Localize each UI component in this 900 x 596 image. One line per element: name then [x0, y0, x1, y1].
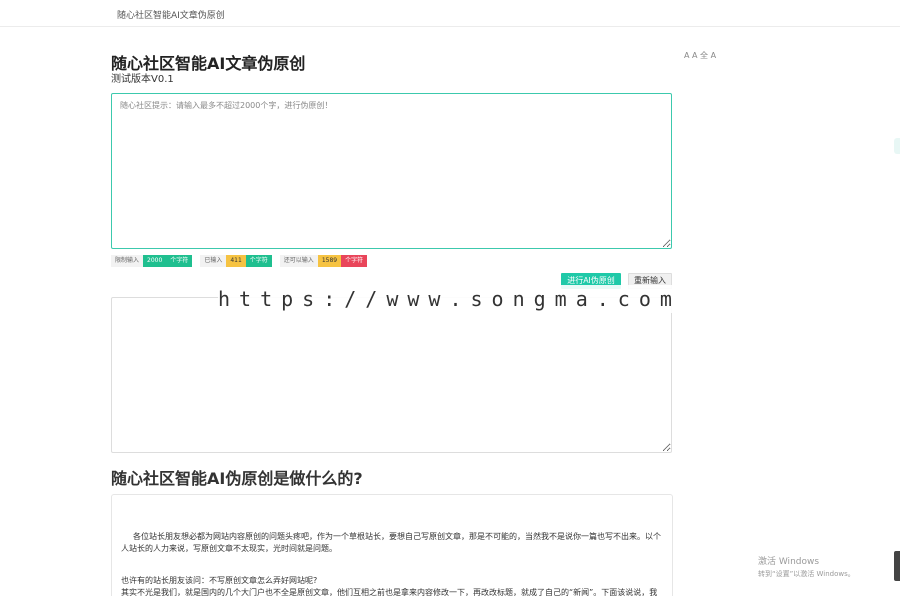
side-dock-tab[interactable]	[894, 551, 900, 581]
faq-line: 其实不光是我们，就是国内的几个大门户也不全是原创文章，他们互相之前也是拿来内容修…	[121, 588, 658, 596]
remaining-counter: 还可以输入 1589 个字符	[279, 255, 368, 267]
counter-value: 1589	[317, 255, 342, 267]
counter-label: 还可以输入	[279, 255, 318, 267]
entered-counter: 已输入 411 个字符	[200, 255, 272, 267]
faq-line: 也许有的站长朋友该问：不写原创文章怎么弄好网站呢?	[121, 576, 318, 585]
counter-unit: 个字符	[166, 255, 193, 267]
faq-title: 随心社区智能AI伪原创是做什么的?	[111, 469, 363, 488]
article-output[interactable]	[111, 297, 672, 453]
article-input[interactable]	[111, 93, 672, 249]
counter-unit: 个字符	[245, 255, 272, 267]
activation-subtitle: 转到“设置”以激活 Windows。	[758, 570, 855, 578]
counter-value: 2000	[143, 255, 167, 267]
counter-label: 已输入	[200, 255, 227, 267]
counter-value: 411	[226, 255, 246, 267]
char-counters: 限制输入 2000 个字符 已输入 411 个字符 还可以输入 1589 个字符	[111, 255, 368, 267]
url-watermark: https://www.songma.com	[218, 285, 681, 313]
windows-activation-notice: 激活 Windows 转到“设置”以激活 Windows。	[758, 554, 855, 579]
limit-counter: 限制输入 2000 个字符	[111, 255, 193, 267]
side-float-tab[interactable]	[894, 138, 900, 154]
faq-paragraph-2: 也许有的站长朋友该问：不写原创文章怎么弄好网站呢? 其实不光是我们，就是国内的几…	[121, 575, 666, 596]
site-brand-link[interactable]: 随心社区智能AI文章伪原创	[117, 8, 225, 21]
activation-title: 激活 Windows	[758, 557, 820, 567]
font-size-controls[interactable]: A A 全 A	[684, 50, 716, 61]
version-label: 测试版本V0.1	[111, 74, 174, 85]
counter-label: 限制输入	[111, 255, 144, 267]
top-navbar: 随心社区智能AI文章伪原创	[0, 0, 900, 27]
faq-paragraph: 各位站长朋友想必都为网站内容原创的问题头疼吧，作为一个草根站长，要想自己写原创文…	[121, 532, 661, 553]
counter-unit: 个字符	[341, 255, 368, 267]
